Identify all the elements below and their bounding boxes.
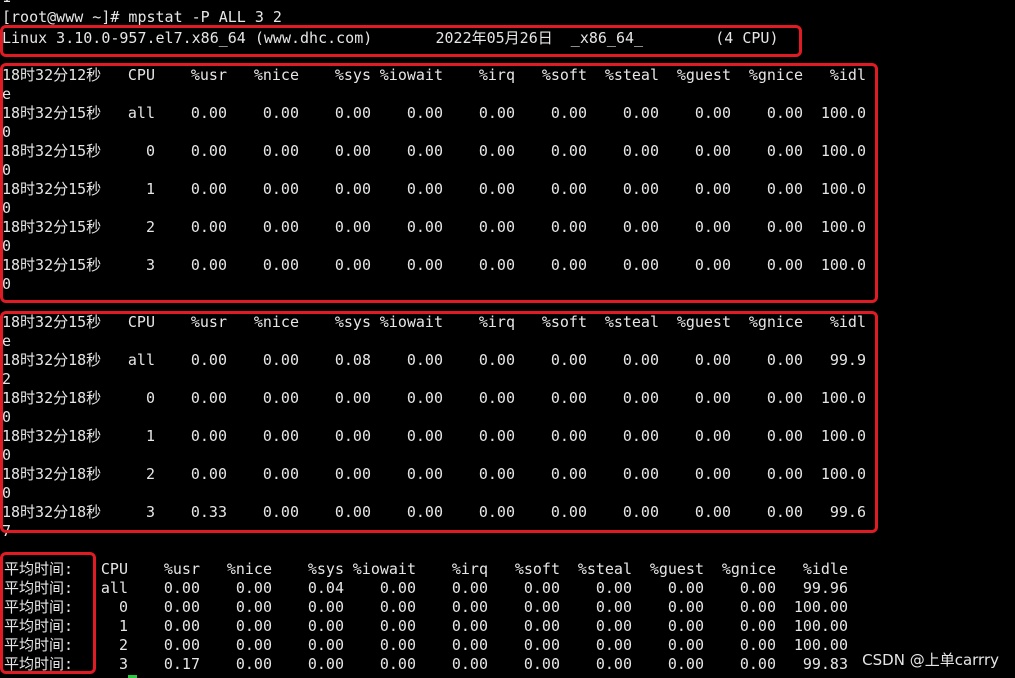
metric-value: 0.00 [379,617,416,635]
metric-value: 0.00 [595,655,632,673]
metric-value: 0.00 [523,617,560,635]
metric-value: 0.00 [451,636,488,654]
metric-value: 0.00 [739,655,776,673]
metric-value: 0.00 [163,617,200,635]
cpu-id: 3 [118,655,128,673]
metric-value: 0.00 [667,617,704,635]
column-header: %guest [649,560,704,578]
block2-highlight-box [0,311,878,533]
column-header: %iowait [352,560,416,578]
metric-value: 0.00 [379,598,416,616]
sysinfo-highlight-box [0,25,802,57]
average-row: 平均时间: all 0.00 0.00 0.04 0.00 0.00 0.00 0.00 0.00… [0,579,1015,598]
metric-value: 0.00 [595,636,632,654]
column-header: %soft [514,560,560,578]
scrolled-line-fragment: 1 [2,0,11,6]
cpu-id: 2 [118,636,128,654]
metric-value: 0.00 [523,579,560,597]
metric-value: 0.00 [595,617,632,635]
metric-value: 0.00 [667,636,704,654]
metric-value: 0.04 [307,579,344,597]
average-header-row: 平均时间: CPU %usr %nice %sys %iowait %irq %soft %st… [0,560,1015,579]
terminal-window[interactable]: 1 [root@www ~]# mpstat -P ALL 3 2 Linux … [0,0,1015,678]
column-header: %idle [802,560,848,578]
metric-value: 0.00 [739,617,776,635]
metric-value: 0.00 [379,636,416,654]
block1-highlight-box [0,63,878,303]
average-label-highlight-box [0,552,96,674]
metric-value: 0.00 [739,598,776,616]
metric-value: 0.00 [379,579,416,597]
metric-value: 100.00 [793,598,848,616]
metric-value: 0.00 [523,636,560,654]
cpu-id: all [100,579,128,597]
metric-value: 0.00 [235,617,272,635]
metric-value: 0.00 [523,598,560,616]
metric-value: 0.00 [307,617,344,635]
csdn-watermark: CSDN @上单carrry [862,651,999,669]
metric-value: 0.00 [163,579,200,597]
column-header: %gnice [721,560,776,578]
metric-value: 0.17 [163,655,200,673]
column-header: CPU [100,560,128,578]
metric-value: 0.00 [451,579,488,597]
metric-value: 0.00 [595,579,632,597]
cpu-id: 1 [118,617,128,635]
metric-value: 0.00 [451,598,488,616]
column-header: %nice [226,560,272,578]
column-header: %irq [451,560,488,578]
metric-value: 0.00 [235,655,272,673]
metric-value: 0.00 [235,636,272,654]
metric-value: 0.00 [667,598,704,616]
metric-value: 0.00 [163,636,200,654]
metric-value: 0.00 [451,617,488,635]
metric-value: 0.00 [235,579,272,597]
metric-value: 99.96 [802,579,848,597]
metric-value: 99.83 [802,655,848,673]
column-header: %sys [307,560,344,578]
metric-value: 0.00 [739,579,776,597]
cpu-id: 0 [118,598,128,616]
metric-value: 0.00 [667,579,704,597]
metric-value: 0.00 [379,655,416,673]
average-row: 平均时间: 0 0.00 0.00 0.00 0.00 0.00 0.00 0.00 0.00 0.… [0,598,1015,617]
column-header: %steal [577,560,632,578]
metric-value: 100.00 [793,636,848,654]
column-header: %usr [163,560,200,578]
metric-value: 0.00 [235,598,272,616]
average-row: 平均时间: 1 0.00 0.00 0.00 0.00 0.00 0.00 0.00 0.00 0.… [0,617,1015,636]
metric-value: 0.00 [307,598,344,616]
metric-value: 0.00 [163,598,200,616]
metric-value: 0.00 [307,636,344,654]
metric-value: 0.00 [595,598,632,616]
metric-value: 0.00 [307,655,344,673]
metric-value: 100.00 [793,617,848,635]
metric-value: 0.00 [667,655,704,673]
metric-value: 0.00 [523,655,560,673]
metric-value: 0.00 [451,655,488,673]
metric-value: 0.00 [739,636,776,654]
